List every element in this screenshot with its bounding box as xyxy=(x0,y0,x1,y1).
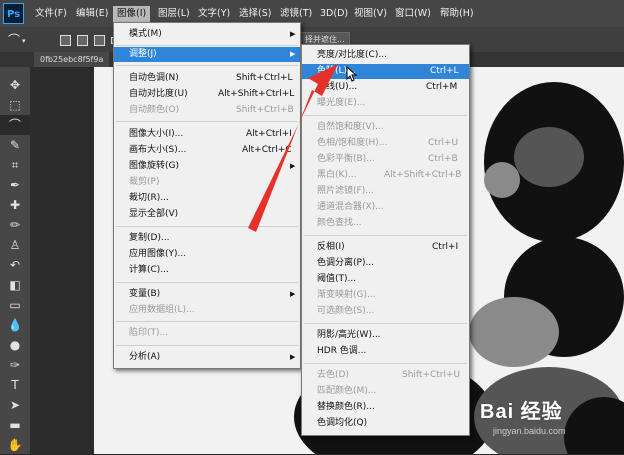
baidu-watermark-url: jingyan.baidu.com xyxy=(493,426,566,436)
annotation-arrow xyxy=(248,64,338,232)
arrow-shape xyxy=(248,64,338,232)
mouse-cursor-icon xyxy=(346,66,358,82)
baidu-watermark-logo: Bai 经验 xyxy=(480,401,563,423)
